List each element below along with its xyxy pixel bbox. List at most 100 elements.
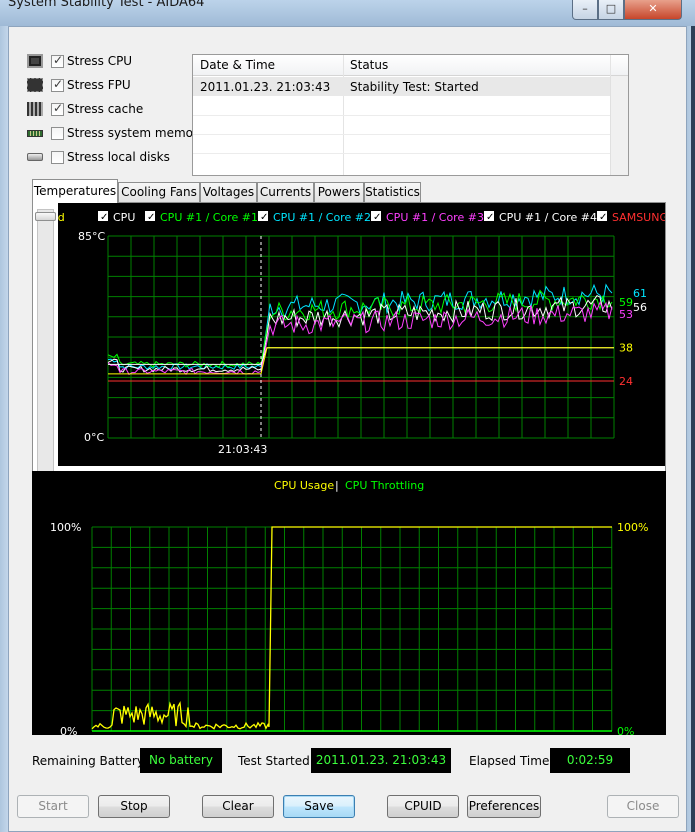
temperature-series-line <box>107 294 613 373</box>
svg-text:✓: ✓ <box>599 212 607 223</box>
legend-cpu-throttling: CPU Throttling <box>345 479 424 492</box>
legend-cpu[interactable]: ✓ CPU <box>98 211 135 224</box>
test-started-label: Test Started: <box>238 754 314 768</box>
stress-fpu-label: Stress FPU <box>67 78 131 92</box>
temperature-series-line <box>107 289 613 368</box>
cpu-usage-chart: CPU Usage | CPU Throttling 100% 0% 100% … <box>32 471 666 735</box>
stress-cpu-option[interactable]: Stress CPU <box>27 52 132 70</box>
stress-cache-option[interactable]: Stress cache <box>27 100 143 118</box>
legend-core2[interactable]: ✓ CPU #1 / Core #2 <box>258 211 371 224</box>
tab-voltages[interactable]: Voltages <box>200 182 257 202</box>
stress-cpu-label: Stress CPU <box>67 54 133 68</box>
row-datetime: 2011.01.23. 21:03:43 <box>200 80 331 94</box>
tab-temperatures[interactable]: Temperatures <box>32 179 118 203</box>
desktop-edge <box>691 26 695 832</box>
legend-separator: | <box>335 479 339 492</box>
temperature-end-value: 53 <box>619 308 633 321</box>
stress-memory-checkbox[interactable] <box>51 126 64 140</box>
usage-right-min-label: 0% <box>617 725 634 735</box>
close-window-button[interactable]: ✕ <box>624 0 682 20</box>
temperature-end-value: 56 <box>633 301 647 314</box>
svg-text:✓: ✓ <box>260 212 268 223</box>
disk-icon <box>27 153 43 161</box>
tab-currents[interactable]: Currents <box>257 182 314 202</box>
close-button[interactable]: Close <box>607 795 679 818</box>
svg-text:✓: ✓ <box>373 212 381 223</box>
temperature-max-label: 85°C <box>78 230 105 243</box>
usage-left-max-label: 100% <box>50 521 81 534</box>
usage-right-max-label: 100% <box>617 521 648 534</box>
legend-scroll-slider[interactable] <box>35 209 56 485</box>
memory-icon <box>27 129 43 137</box>
tab-statistics[interactable]: Statistics <box>364 182 421 202</box>
temperature-marker-time: 21:03:43 <box>218 443 267 456</box>
svg-text:✓: ✓ <box>147 212 155 223</box>
temperature-end-value: 38 <box>619 342 633 355</box>
cache-icon <box>27 102 43 116</box>
start-button[interactable]: Start <box>17 795 89 818</box>
battery-value: No battery <box>140 748 222 773</box>
temperature-min-label: 0°C <box>84 431 104 444</box>
stress-cache-checkbox[interactable] <box>51 101 64 116</box>
cpu-usage-chart-svg: CPU Usage | CPU Throttling 100% 0% 100% … <box>50 479 648 735</box>
row-divider <box>193 115 610 116</box>
cpu-usage-line <box>91 526 612 730</box>
temperature-end-value: 24 <box>619 375 633 388</box>
stress-fpu-checkbox[interactable] <box>51 77 64 92</box>
legend-board: board <box>58 211 65 224</box>
stress-fpu-option[interactable]: Stress FPU <box>27 76 131 94</box>
table-row[interactable]: 2011.01.23. 21:03:43 Stability Test: Sta… <box>193 77 610 96</box>
svg-text:CPU #1 / Core #2: CPU #1 / Core #2 <box>273 211 371 224</box>
legend-core3[interactable]: ✓ CPU #1 / Core #3 <box>371 211 484 224</box>
svg-text:CPU #1 / Core #3: CPU #1 / Core #3 <box>386 211 484 224</box>
svg-text:CPU: CPU <box>113 211 135 224</box>
legend-core4[interactable]: ✓ CPU #1 / Core #4 <box>484 211 597 224</box>
temperature-end-value: 59 <box>619 296 633 309</box>
svg-text:CPU #1 / Core #4: CPU #1 / Core #4 <box>499 211 597 224</box>
elapsed-time-label: Elapsed Time: <box>469 754 554 768</box>
tab-powers[interactable]: Powers <box>314 182 364 202</box>
stop-button[interactable]: Stop <box>98 795 170 818</box>
stress-cpu-checkbox[interactable] <box>51 53 64 68</box>
window-frame-left <box>0 26 8 832</box>
maximize-button[interactable]: □ <box>598 0 624 20</box>
cpu-icon <box>27 54 43 68</box>
status-list[interactable]: Date & Time Status 2011.01.23. 21:03:43 … <box>192 54 629 176</box>
preferences-button[interactable]: Preferences <box>467 795 541 818</box>
legend-cpu-usage: CPU Usage <box>274 479 334 492</box>
window-titlebar[interactable]: System Stability Test - AIDA64 – □ ✕ <box>0 0 695 26</box>
save-button[interactable]: Save <box>283 795 355 818</box>
battery-label: Remaining Battery: <box>32 754 148 768</box>
fpu-icon <box>27 78 43 92</box>
window-client: Stress CPU Stress FPU Stress cache Stres… <box>8 26 687 832</box>
legend-core1[interactable]: ✓ CPU #1 / Core #1 <box>145 211 258 224</box>
elapsed-time-value: 0:02:59 <box>550 748 630 773</box>
temperature-end-value: 61 <box>633 287 647 300</box>
clear-button[interactable]: Clear <box>202 795 274 818</box>
column-header-datetime[interactable]: Date & Time <box>200 58 275 72</box>
temperature-chart: board ✓ CPU ✓ CPU #1 / Core #1 ✓ CPU #1 … <box>58 203 665 466</box>
stress-disks-option[interactable]: Stress local disks <box>27 148 170 166</box>
window-title: System Stability Test - AIDA64 <box>8 0 205 10</box>
row-divider <box>193 153 610 154</box>
row-status: Stability Test: Started <box>350 80 479 94</box>
status-list-header: Date & Time Status <box>193 55 628 76</box>
cpuid-button[interactable]: CPUID <box>387 795 459 818</box>
status-list-scrollbar[interactable] <box>610 76 628 175</box>
stress-disks-checkbox[interactable] <box>51 150 64 164</box>
tab-cooling-fans[interactable]: Cooling Fans <box>118 182 200 202</box>
column-header-status[interactable]: Status <box>350 58 388 72</box>
minimize-button[interactable]: – <box>572 0 598 20</box>
svg-text:CPU #1 / Core #1: CPU #1 / Core #1 <box>160 211 258 224</box>
legend-samsung[interactable]: ✓ SAMSUNG <box>597 211 665 224</box>
slider-thumb[interactable] <box>35 212 56 221</box>
usage-left-min-label: 0% <box>60 725 77 735</box>
test-started-value: 2011.01.23. 21:03:43 <box>311 748 451 773</box>
stress-cache-label: Stress cache <box>67 102 144 116</box>
stress-disks-label: Stress local disks <box>67 150 170 164</box>
svg-text:✓: ✓ <box>100 212 108 223</box>
temperature-chart-svg: board ✓ CPU ✓ CPU #1 / Core #1 ✓ CPU #1 … <box>58 211 665 456</box>
svg-text:✓: ✓ <box>486 212 494 223</box>
stress-memory-option[interactable]: Stress system memory <box>27 124 205 142</box>
svg-text:SAMSUNG: SAMSUNG <box>612 211 665 224</box>
